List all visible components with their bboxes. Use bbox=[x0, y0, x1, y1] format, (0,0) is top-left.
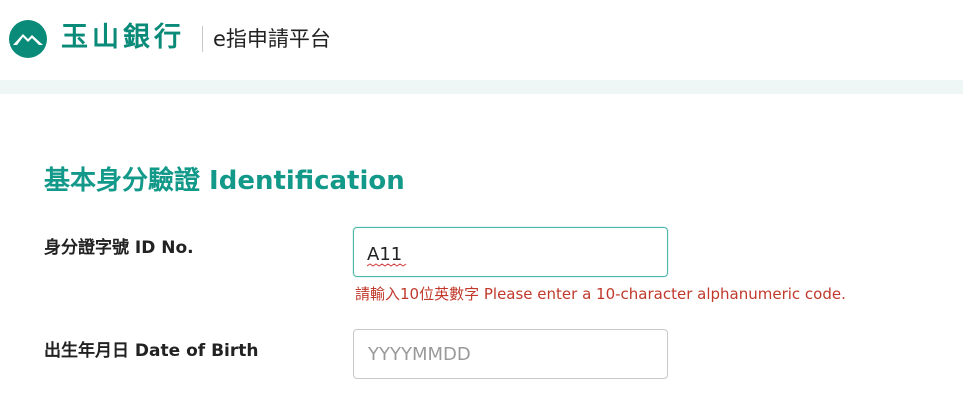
header: 玉山銀行 e指申請平台 bbox=[0, 0, 963, 80]
platform-title: e指申請平台 bbox=[213, 27, 331, 51]
header-divider bbox=[202, 26, 203, 52]
bank-logo-text: 玉山銀行 bbox=[61, 22, 185, 53]
header-band bbox=[0, 80, 963, 94]
date-of-birth-label: 出生年月日 Date of Birth bbox=[44, 341, 259, 361]
id-number-input[interactable] bbox=[353, 227, 668, 277]
section-title: 基本身分驗證 Identification bbox=[44, 166, 405, 196]
id-number-error-message: 請輸入10位英數字 Please enter a 10-character al… bbox=[355, 285, 846, 303]
id-number-label: 身分證字號 ID No. bbox=[44, 238, 194, 258]
esun-mountain-logo-icon bbox=[9, 20, 47, 58]
date-of-birth-input[interactable] bbox=[353, 329, 668, 379]
